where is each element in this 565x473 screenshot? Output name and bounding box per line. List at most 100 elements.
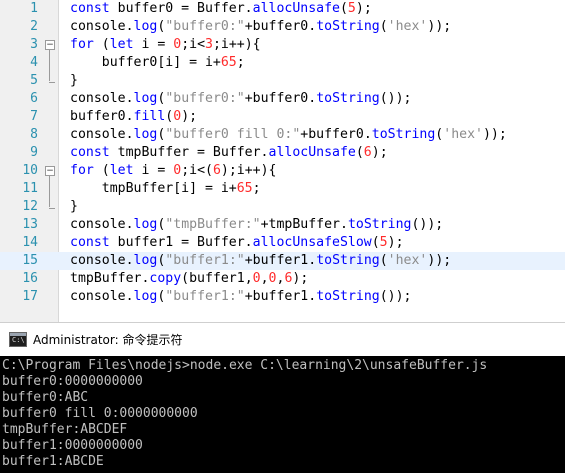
console-output-line: buffer1:0000000000 (2, 438, 143, 453)
console-output-line: C:\Program Files\nodejs>node.exe C:\lear… (2, 358, 488, 373)
code-text: console.log("buffer0:"+buffer0.toString(… (70, 90, 411, 108)
code-token: toString (316, 253, 380, 268)
code-token: 0 (173, 109, 182, 124)
code-token: ( (379, 253, 388, 268)
cmd-window-icon: C:\ (9, 332, 27, 347)
code-token: "buffer0:" (165, 91, 245, 106)
code-line[interactable]: 6 console.log("buffer0:"+buffer0.toString… (0, 90, 565, 108)
fold-minus-icon[interactable]: − (45, 166, 55, 176)
console-output-line: buffer0:0000000000 (2, 374, 143, 389)
code-token: "buffer0 fill 0:" (165, 127, 301, 142)
code-token: ()); (411, 217, 444, 232)
code-token: buffer0[i] = i+ (70, 55, 221, 70)
code-token: ( (355, 145, 364, 160)
code-token: 0 (252, 271, 261, 286)
code-token: console. (70, 217, 134, 232)
code-text: console.log("buffer0 fill 0:"+buffer0.to… (70, 126, 507, 144)
code-token: 'hex' (387, 19, 428, 34)
line-number: 1 (30, 1, 38, 16)
code-text: } (70, 198, 78, 216)
fold-end-marker (44, 73, 58, 89)
fold-guide-line (44, 55, 58, 73)
line-number: 8 (30, 127, 38, 142)
code-token: "buffer1:" (165, 253, 245, 268)
code-text: console.log("tmpBuffer:"+tmpBuffer.toStr… (70, 216, 443, 234)
code-token: copy (149, 271, 182, 286)
code-token: log (133, 253, 158, 268)
line-number: 14 (22, 235, 38, 250)
code-line[interactable]: 16 tmpBuffer.copy(buffer1,0,0,6); (0, 270, 565, 288)
code-token: toString (316, 289, 380, 304)
line-number: 10 (22, 163, 38, 178)
code-line[interactable]: 17 console.log("buffer1:"+buffer1.toStrin… (0, 288, 565, 306)
code-line[interactable]: 7 buffer0.fill(0); (0, 108, 565, 126)
code-token: tmpBuffer[i] = i+ (70, 181, 237, 196)
console-titlebar[interactable]: C:\ Administrator: 命令提示符 (0, 322, 565, 356)
code-line[interactable]: 3− for (let i = 0;i<3;i++){ (0, 36, 565, 55)
code-token: ( (93, 163, 110, 178)
code-token: toString (347, 217, 412, 232)
code-token: log (133, 217, 158, 232)
fold-collapse-icon[interactable]: − (44, 163, 58, 181)
code-token: ( (339, 1, 348, 16)
code-token: ); (292, 271, 309, 286)
code-token: 0 (268, 271, 277, 286)
code-token: tmpBuffer = Buffer. (117, 145, 269, 160)
code-line[interactable]: 2 console.log ("buffer0:"+buffer0.toString… (0, 18, 565, 36)
code-token: 65 (220, 55, 237, 70)
code-token: i = (133, 163, 174, 178)
code-text: const buffer1 = Buffer.allocUnsafeSlow(5… (70, 234, 404, 252)
code-token: console. (70, 127, 134, 142)
code-token: ( (371, 235, 380, 250)
code-line[interactable]: 1 const buffer0 = Buffer.allocUnsafe(5); (0, 0, 565, 18)
fold-minus-icon[interactable]: − (45, 40, 55, 50)
code-text: console.log("buffer0:"+buffer0.toString(… (70, 18, 451, 36)
code-token: buffer1 = Buffer. (117, 235, 253, 250)
fold-guide-line (44, 181, 58, 199)
code-text: tmpBuffer.copy(buffer1,0,0,6); (70, 270, 308, 288)
code-line[interactable]: 9 const tmpBuffer = Buffer.allocUnsafe(6)… (0, 144, 565, 162)
code-line[interactable]: 15 console.log ("buffer1:"+buffer1.toStrin… (0, 252, 565, 270)
code-line[interactable]: 11 tmpBuffer[i] = i+65; (0, 180, 565, 199)
line-number: 9 (30, 145, 38, 160)
code-token: let (109, 163, 134, 178)
line-number: 6 (30, 91, 38, 106)
code-token: +buffer0. (300, 127, 372, 142)
line-number: 15 (22, 253, 38, 268)
code-line[interactable]: 4 buffer0[i] = i+65; (0, 54, 565, 73)
code-token: buffer0 = Buffer. (117, 1, 253, 16)
code-line[interactable]: 10− for (let i = 0;i<(6);i++){ (0, 162, 565, 181)
code-token: ()); (379, 91, 412, 106)
console-window[interactable]: C:\ Administrator: 命令提示符 C:\Program File… (0, 322, 565, 473)
code-text: const tmpBuffer = Buffer.allocUnsafe(6); (70, 144, 388, 162)
code-line[interactable]: 5} (0, 72, 565, 90)
code-editor[interactable]: 1 const buffer0 = Buffer.allocUnsafe(5); 2… (0, 0, 565, 322)
code-token: )); (427, 253, 452, 268)
code-token: ; (252, 181, 261, 196)
code-token: 'hex' (443, 127, 483, 142)
line-number: 11 (22, 181, 38, 196)
code-token: 3 (205, 37, 213, 52)
code-token: 'hex' (387, 253, 428, 268)
code-token: allocUnsafeSlow (252, 235, 372, 250)
code-line[interactable]: 8 console.log("buffer0 fill 0:"+buffer0.t… (0, 126, 565, 144)
line-number: 7 (30, 109, 38, 124)
code-token: log (133, 127, 158, 142)
line-number: 3 (30, 37, 38, 52)
code-text: console.log("buffer1:"+buffer1.toString(… (70, 252, 451, 270)
code-line[interactable]: 12} (0, 198, 565, 216)
code-token: fill (133, 109, 166, 124)
code-token: } (70, 73, 78, 88)
code-token: log (133, 289, 158, 304)
code-token: ;i< (181, 37, 206, 52)
line-number: 2 (30, 19, 38, 34)
code-token: for (70, 37, 94, 52)
code-line[interactable]: 13 console.log("tmpBuffer:"+tmpBuffer.toS… (0, 216, 565, 234)
code-token: console. (70, 289, 134, 304)
fold-collapse-icon[interactable]: − (44, 37, 58, 55)
code-line[interactable]: 14 const buffer1 = Buffer.allocUnsafeSlow… (0, 234, 565, 252)
code-token: );i++){ (220, 163, 277, 178)
code-text: for (let i = 0;i<3;i++){ (70, 36, 261, 54)
code-token: toString (371, 127, 436, 142)
code-token: i = (133, 37, 174, 52)
